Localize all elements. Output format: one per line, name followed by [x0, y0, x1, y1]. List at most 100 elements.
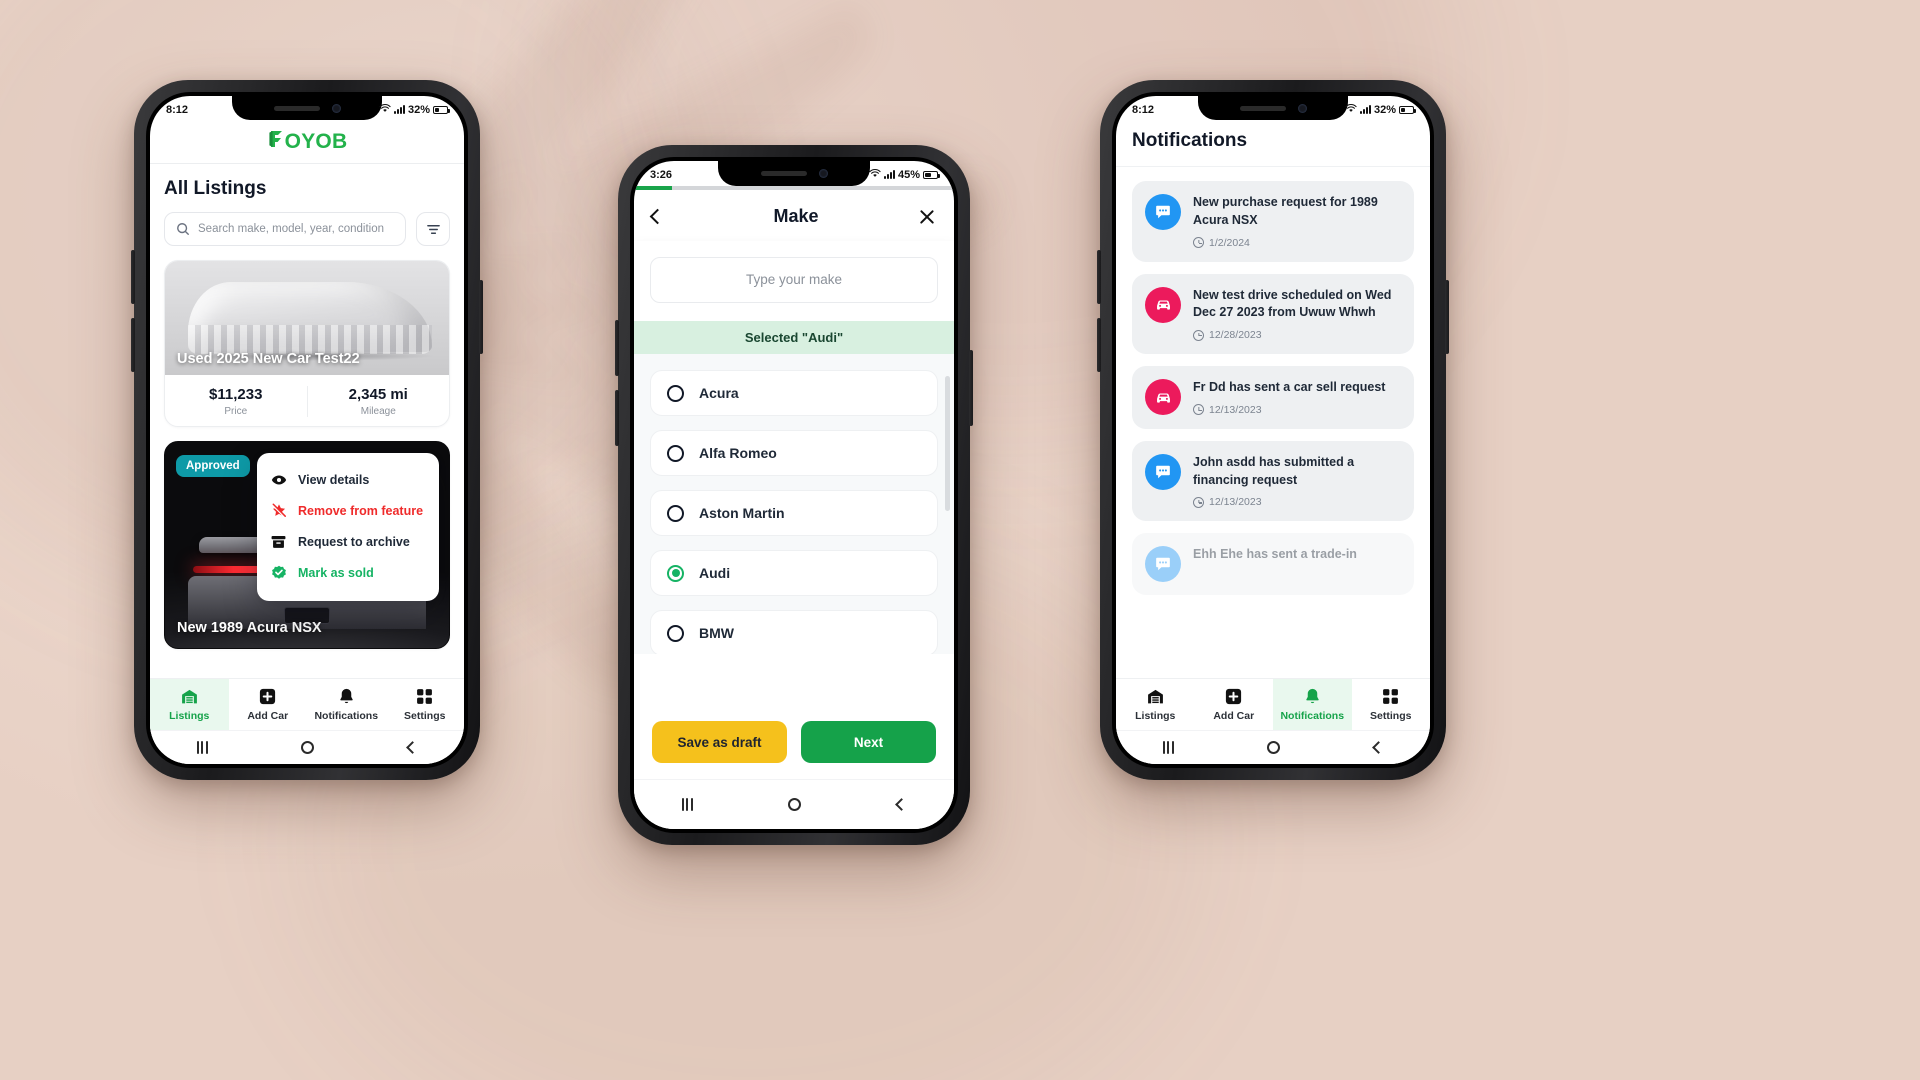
- message-icon: [1145, 194, 1181, 230]
- recent-apps-icon[interactable]: [196, 741, 208, 754]
- next-button[interactable]: Next: [801, 721, 936, 763]
- notification-date: 12/13/2023: [1209, 496, 1262, 509]
- nav-item-listings[interactable]: Listings: [1116, 679, 1195, 730]
- make-sheet-header: Make: [634, 190, 954, 241]
- make-option-aston-martin[interactable]: Aston Martin: [650, 490, 938, 536]
- recent-apps-icon[interactable]: [681, 798, 693, 811]
- phone1-status-time: 8:12: [166, 103, 189, 116]
- phone1-battery-percent: 32%: [407, 103, 430, 116]
- battery-icon: [433, 105, 450, 114]
- listing-title: Used 2025 New Car Test22: [177, 351, 360, 367]
- sheet-title: Make: [773, 206, 819, 226]
- phone1-content: All Listings Search make, model, year, c…: [150, 178, 464, 649]
- spec-price: $11,233 Price: [165, 386, 307, 417]
- wizard-action-bar: Save as draft Next: [634, 707, 954, 779]
- bottom-navigation: Listings Add Car Notifications Settings: [150, 678, 464, 730]
- nav-label: Settings: [404, 710, 446, 722]
- close-button[interactable]: [918, 208, 936, 226]
- listing-card[interactable]: Used 2025 New Car Test22 $11,233 Price 2…: [164, 260, 450, 427]
- back-icon[interactable]: [406, 741, 420, 754]
- notification-item[interactable]: Ehh Ehe has sent a trade-in: [1132, 533, 1414, 596]
- radio-icon-selected: [667, 564, 684, 582]
- notification-item[interactable]: New purchase request for 1989 Acura NSX …: [1132, 181, 1414, 262]
- archive-icon: [271, 535, 287, 549]
- filter-button[interactable]: [416, 212, 450, 246]
- back-icon[interactable]: [1372, 741, 1386, 754]
- notification-text: John asdd has submitted a financing requ…: [1193, 454, 1355, 487]
- recent-apps-icon[interactable]: [1162, 741, 1174, 754]
- logo-leaf-icon: [267, 129, 284, 155]
- phone2-battery-percent: 45%: [897, 168, 920, 181]
- notification-body: Fr Dd has sent a car sell request 12/13/…: [1193, 379, 1401, 416]
- menu-item-view-details[interactable]: View details: [257, 465, 439, 495]
- bottom-navigation: Listings Add Car Notifications Settings: [1116, 678, 1430, 730]
- radio-icon: [667, 504, 684, 522]
- search-input[interactable]: Search make, model, year, condition: [164, 212, 406, 246]
- notification-date: 12/13/2023: [1209, 403, 1262, 416]
- search-placeholder: Search make, model, year, condition: [198, 223, 385, 235]
- nav-item-settings[interactable]: Settings: [386, 679, 465, 730]
- make-option-acura[interactable]: Acura: [650, 370, 938, 416]
- mileage-value: 2,345 mi: [348, 386, 408, 403]
- notification-body: New purchase request for 1989 Acura NSX …: [1193, 194, 1401, 249]
- menu-label: Mark as sold: [298, 566, 374, 580]
- nav-item-listings[interactable]: Listings: [150, 679, 229, 730]
- search-icon: [176, 222, 190, 236]
- notification-meta: 12/13/2023: [1193, 404, 1401, 416]
- notification-text: New purchase request for 1989 Acura NSX: [1193, 195, 1378, 227]
- make-option-bmw[interactable]: BMW: [650, 610, 938, 654]
- check-badge-icon: [271, 565, 287, 581]
- plus-square-icon: [258, 687, 277, 706]
- nav-item-add-car[interactable]: Add Car: [1195, 679, 1274, 730]
- phone1-power: [479, 280, 483, 354]
- make-input-placeholder: Type your make: [745, 272, 843, 287]
- nav-item-settings[interactable]: Settings: [1352, 679, 1431, 730]
- notification-item[interactable]: John asdd has submitted a financing requ…: [1132, 440, 1414, 522]
- back-icon[interactable]: [895, 798, 909, 811]
- clock-icon: [1193, 404, 1204, 416]
- notifications-list[interactable]: New purchase request for 1989 Acura NSX …: [1116, 167, 1430, 665]
- notification-body: Ehh Ehe has sent a trade-in: [1193, 546, 1401, 564]
- phone2-android-navbar: [634, 779, 954, 829]
- chevron-left-icon: [649, 208, 666, 225]
- filter-icon: [426, 222, 441, 237]
- signal-icon: [1359, 105, 1371, 114]
- notification-item[interactable]: Fr Dd has sent a car sell request 12/13/…: [1132, 366, 1414, 429]
- make-input[interactable]: Type your make: [650, 257, 938, 303]
- nav-item-add-car[interactable]: Add Car: [229, 679, 308, 730]
- notification-body: John asdd has submitted a financing requ…: [1193, 454, 1401, 509]
- notification-text: Fr Dd has sent a car sell request: [1193, 380, 1386, 394]
- nav-item-notifications[interactable]: Notifications: [307, 679, 386, 730]
- listing-card-featured[interactable]: Approved New 1989 Acura NSX View details: [164, 441, 450, 649]
- menu-item-remove-from-feature[interactable]: Remove from feature: [257, 495, 439, 527]
- phone3-volume-down: [1097, 318, 1101, 372]
- notifications-header: Notifications: [1116, 120, 1430, 167]
- phone1-android-navbar: [150, 730, 464, 764]
- message-icon: [1145, 453, 1181, 490]
- phone2-screen: 3:26 45% Make Type your make Selected "A…: [634, 161, 954, 829]
- phone2-volume-up: [615, 320, 619, 376]
- back-button[interactable]: [649, 208, 674, 225]
- make-option-label: Audi: [699, 565, 731, 581]
- save-as-draft-button[interactable]: Save as draft: [652, 721, 787, 763]
- menu-item-mark-as-sold[interactable]: Mark as sold: [257, 557, 439, 589]
- radio-icon: [667, 444, 684, 462]
- scroll-indicator[interactable]: [945, 376, 950, 511]
- home-icon[interactable]: [788, 798, 802, 811]
- grid-icon: [415, 687, 434, 706]
- notification-item[interactable]: New test drive scheduled on Wed Dec 27 2…: [1132, 273, 1414, 354]
- menu-item-request-to-archive[interactable]: Request to archive: [257, 527, 439, 557]
- radio-icon: [667, 624, 684, 642]
- make-options-list[interactable]: Acura Alfa Romeo Aston Martin Audi BMW: [634, 354, 954, 654]
- phone3-volume-up: [1097, 250, 1101, 304]
- page-title: All Listings: [164, 178, 267, 199]
- home-icon[interactable]: [301, 741, 315, 754]
- home-icon[interactable]: [1267, 741, 1281, 754]
- make-option-audi[interactable]: Audi: [650, 550, 938, 596]
- status-badge: Approved: [176, 455, 250, 477]
- logo-text: OYOB: [284, 129, 348, 153]
- make-option-alfa-romeo[interactable]: Alfa Romeo: [650, 430, 938, 476]
- phone-listings: 8:12 32% OYOB All Listings Search make, …: [131, 80, 483, 780]
- nav-item-notifications[interactable]: Notifications: [1273, 679, 1352, 730]
- nav-label: Add Car: [1213, 710, 1255, 722]
